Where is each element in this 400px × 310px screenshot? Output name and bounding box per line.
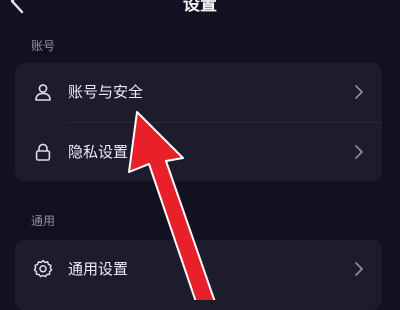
top-bar: 设置: [0, 0, 400, 20]
chevron-right-icon: [355, 85, 363, 99]
account-security-row[interactable]: 账号与安全: [15, 63, 382, 121]
account-settings-card: 账号与安全 隐私设置: [15, 63, 382, 181]
privacy-settings-label: 隐私设置: [68, 143, 129, 161]
chevron-right-icon: [355, 145, 363, 159]
page-title: 设置: [183, 0, 217, 15]
privacy-settings-row[interactable]: 隐私设置: [15, 123, 382, 181]
section-label-account: 账号: [31, 39, 56, 53]
person-icon: [35, 84, 51, 101]
general-settings-label: 通用设置: [68, 260, 129, 278]
account-security-label: 账号与安全: [68, 83, 144, 101]
section-label-general: 通用: [31, 214, 56, 228]
general-settings-row[interactable]: 通用设置: [15, 240, 382, 298]
gear-icon: [33, 259, 53, 278]
lock-icon: [35, 143, 51, 161]
chevron-right-icon: [355, 262, 363, 276]
